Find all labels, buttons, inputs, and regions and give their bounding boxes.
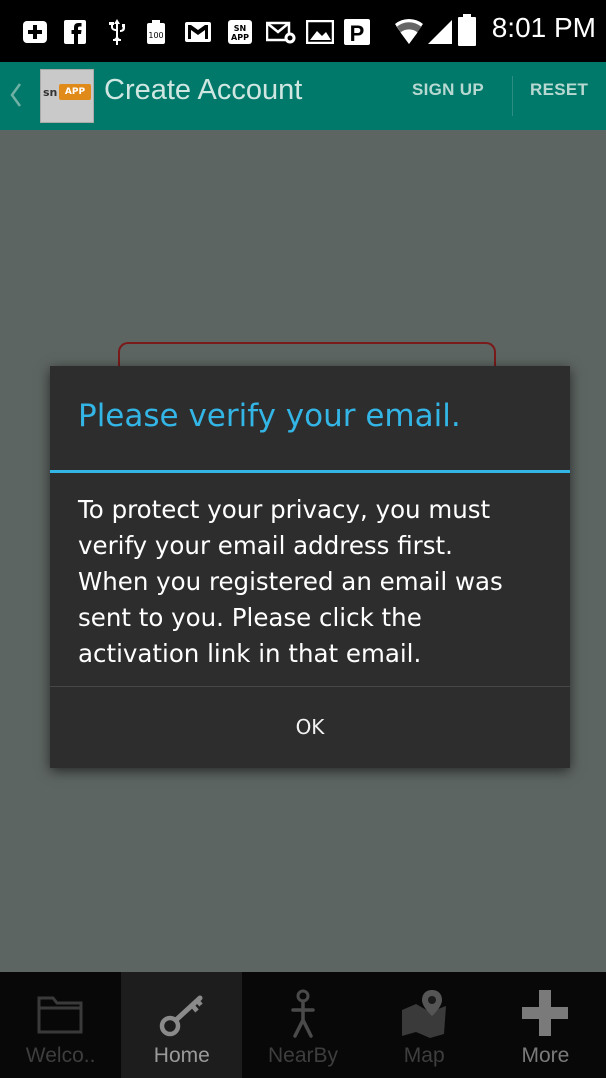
dialog-message-line: activation link in that email. (78, 639, 422, 668)
logo-badge: APP (59, 84, 91, 100)
tab-label: Map (403, 1044, 445, 1067)
dialog-title-divider (50, 470, 570, 473)
dialog-message: To protect your privacy, you must verify… (78, 492, 548, 672)
tab-home[interactable]: Home (121, 972, 243, 1078)
key-icon (152, 986, 212, 1040)
plus-notification-icon (22, 20, 48, 44)
ok-button[interactable]: OK (50, 687, 570, 768)
gmail-icon (184, 20, 212, 44)
dialog-message-line: To protect your privacy, you must (78, 495, 491, 524)
battery-100-notification-icon: 100 (146, 20, 166, 44)
usb-icon (106, 19, 128, 45)
svg-text:APP: APP (231, 33, 249, 42)
gallery-icon (306, 20, 334, 44)
dialog-message-line: sent to you. Please click the (78, 603, 422, 632)
app-logo[interactable]: sn APP (40, 69, 94, 123)
walking-person-icon (273, 986, 333, 1040)
tab-label: More (521, 1044, 570, 1067)
reset-button[interactable]: RESET (530, 80, 588, 100)
verify-email-dialog: Please verify your email. To protect you… (50, 366, 570, 768)
signal-icon (426, 16, 454, 46)
email-icon (266, 20, 296, 44)
tab-more[interactable]: More (485, 972, 606, 1078)
back-chevron-icon[interactable] (8, 80, 24, 110)
sign-up-button[interactable]: SIGN UP (412, 80, 484, 100)
tab-label: Home (153, 1044, 210, 1067)
tab-label: NearBy (267, 1044, 339, 1067)
dialog-title: Please verify your email. (78, 398, 461, 434)
parking-icon: P (344, 19, 370, 45)
svg-text:SN: SN (234, 24, 246, 33)
wifi-icon (394, 16, 424, 46)
svg-text:P: P (350, 21, 365, 45)
page-title: Create Account (104, 74, 303, 106)
battery-icon (458, 14, 476, 46)
bottom-tab-bar: Welco.. Home NearBy Map More (0, 972, 606, 1078)
map-pin-icon (394, 986, 454, 1040)
plus-icon (515, 986, 575, 1040)
folder-icon (31, 986, 91, 1040)
tab-welcome[interactable]: Welco.. (0, 972, 121, 1078)
tab-nearby[interactable]: NearBy (242, 972, 363, 1078)
facebook-icon (64, 20, 86, 44)
svg-text:100: 100 (148, 31, 163, 40)
app-bar: sn APP Create Account SIGN UP RESET (0, 62, 606, 130)
tab-label: Welco.. (25, 1044, 96, 1067)
status-time: 8:01 PM (491, 12, 596, 43)
dialog-message-line: When you registered an email was (78, 567, 503, 596)
status-bar: 100 SN APP P 8:01 PM (0, 0, 606, 62)
snapp-icon: SN APP (228, 20, 252, 44)
tab-map[interactable]: Map (364, 972, 485, 1078)
dialog-message-line: verify your email address first. (78, 531, 453, 560)
action-divider (512, 76, 513, 116)
logo-text: sn (43, 86, 58, 99)
